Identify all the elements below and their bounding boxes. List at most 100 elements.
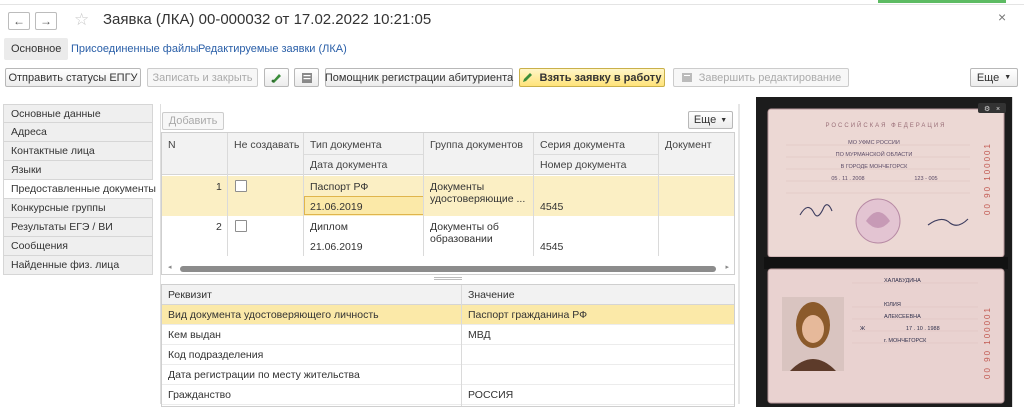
documents-table: N Не создавать Тип документа Дата докуме… bbox=[161, 132, 735, 275]
sign-button[interactable] bbox=[264, 68, 289, 87]
close-icon[interactable]: × bbox=[998, 9, 1006, 25]
passport-header: РОССИЙСКАЯ ФЕДЕРАЦИЯ bbox=[826, 121, 947, 129]
sidebar-item-main-data[interactable]: Основные данные bbox=[3, 104, 153, 123]
send-status-button[interactable]: Отправить статусы ЕПГУ bbox=[5, 68, 141, 87]
scroll-right-icon[interactable]: ▸ bbox=[725, 263, 729, 271]
sidebar-item-found-persons[interactable]: Найденные физ. лица bbox=[3, 256, 153, 275]
tab-attached-files[interactable]: Присоединенные файлы bbox=[64, 38, 205, 60]
sidebar-item-documents[interactable]: Предоставленные документы bbox=[3, 180, 156, 199]
sidebar: Основные данные Адреса Контактные лица Я… bbox=[3, 104, 156, 275]
sidebar-item-messages[interactable]: Сообщения bbox=[3, 237, 153, 256]
tab-main[interactable]: Основное bbox=[4, 38, 69, 60]
forward-button[interactable]: → bbox=[35, 12, 57, 30]
pen-check-icon bbox=[271, 74, 281, 83]
passport-issued-by-1: МО УФМС РОССИИ bbox=[848, 140, 900, 146]
top-strip bbox=[0, 0, 1024, 5]
column-divider bbox=[303, 133, 304, 256]
image-zoom-icon: ⚙ bbox=[984, 105, 990, 113]
sidebar-item-languages[interactable]: Языки bbox=[3, 161, 153, 180]
passport-patronymic: АЛЕКСЕЕВНА bbox=[884, 314, 921, 320]
green-indicator bbox=[878, 0, 1006, 3]
report-button[interactable] bbox=[294, 68, 319, 87]
column-header-doc-type[interactable]: Тип документа bbox=[310, 139, 382, 151]
header-divider bbox=[533, 154, 658, 155]
property-value: Паспорт гражданина РФ bbox=[468, 309, 588, 321]
column-header-doc-group[interactable]: Группа документов bbox=[430, 139, 523, 151]
doc-group-line1: Документы об bbox=[430, 221, 499, 233]
forward-arrow-icon: → bbox=[40, 14, 52, 28]
property-row[interactable]: Гражданство РОССИЯ bbox=[162, 385, 734, 405]
sidebar-item-competition-groups[interactable]: Конкурсные группы bbox=[3, 199, 153, 218]
column-header-document[interactable]: Документ bbox=[665, 139, 712, 151]
property-row[interactable]: Дата регистрации по месту жительства bbox=[162, 365, 734, 385]
more-button[interactable]: Еще ▼ bbox=[970, 68, 1018, 87]
dropdown-icon: ▼ bbox=[720, 116, 728, 124]
assistant-button[interactable]: Помощник регистрации абитуриента bbox=[325, 68, 513, 87]
column-header-doc-date[interactable]: Дата документа bbox=[310, 159, 387, 171]
table-header: N Не создавать Тип документа Дата докуме… bbox=[162, 133, 734, 175]
column-header-number[interactable]: Номер документа bbox=[540, 159, 626, 171]
passport-sex: Ж bbox=[860, 326, 865, 332]
header-divider bbox=[303, 154, 423, 155]
row-number: 2 bbox=[216, 221, 222, 233]
passport-serial-upper: 00 90 100001 bbox=[983, 142, 992, 215]
favorite-star-icon[interactable]: ☆ bbox=[74, 10, 89, 30]
column-header-n[interactable]: N bbox=[168, 139, 176, 151]
property-value: РОССИЯ bbox=[468, 389, 514, 401]
column-header-value[interactable]: Значение bbox=[468, 289, 515, 301]
properties-header: Реквизит Значение bbox=[162, 285, 734, 305]
take-application-label: Взять заявку в работу bbox=[539, 71, 662, 84]
finish-editing-button[interactable]: Завершить редактирование bbox=[673, 68, 849, 87]
table-icon bbox=[301, 72, 312, 83]
not-create-checkbox[interactable] bbox=[235, 180, 247, 192]
add-document-button[interactable]: Добавить bbox=[162, 112, 224, 130]
finish-icon bbox=[681, 73, 692, 82]
tab-edited-applications[interactable]: Редактируемые заявки (ЛКА) bbox=[191, 38, 354, 60]
passport-surname: ХАЛАБУДИНА bbox=[884, 278, 921, 284]
properties-table: Реквизит Значение Вид документа удостове… bbox=[161, 284, 735, 407]
doc-number-cell: 4545 bbox=[540, 241, 564, 253]
sidebar-item-contacts[interactable]: Контактные лица bbox=[3, 142, 153, 161]
pencil-icon bbox=[523, 73, 533, 82]
passport-birth-place: г. МОНЧЕГОРСК bbox=[884, 338, 927, 344]
property-name: Код подразделения bbox=[168, 349, 264, 361]
passport-name: ЮЛИЯ bbox=[884, 302, 901, 308]
column-header-not-create[interactable]: Не создавать bbox=[234, 139, 299, 151]
column-divider bbox=[461, 285, 462, 406]
panel-splitter[interactable] bbox=[738, 104, 740, 404]
doc-group-line2: образовании bbox=[430, 233, 493, 245]
doc-date-cell: 21.06.2019 bbox=[310, 201, 363, 213]
column-header-series[interactable]: Серия документа bbox=[540, 139, 625, 151]
take-application-button[interactable]: Взять заявку в работу bbox=[519, 68, 665, 87]
property-row[interactable]: Кем выдан МВД bbox=[162, 325, 734, 345]
column-header-attribute[interactable]: Реквизит bbox=[168, 289, 212, 301]
sidebar-item-addresses[interactable]: Адреса bbox=[3, 123, 153, 142]
passport-issue-date: 05 . 11 . 2008 bbox=[831, 176, 864, 182]
row-number: 1 bbox=[216, 181, 222, 193]
table-more-label: Еще bbox=[693, 114, 717, 126]
column-divider bbox=[533, 133, 534, 256]
passport-issued-by-3: В ГОРОДЕ МОНЧЕГОРСК bbox=[841, 164, 908, 170]
table-more-button[interactable]: Еще ▼ bbox=[688, 111, 733, 129]
property-row[interactable]: Вид документа удостоверяющего личность П… bbox=[162, 305, 734, 325]
splitter-handle[interactable] bbox=[434, 277, 462, 280]
passport-scan-image[interactable]: РОССИЙСКАЯ ФЕДЕРАЦИЯ МО УФМС РОССИИ ПО М… bbox=[756, 97, 1012, 407]
passport-dept-code: 123 - 005 bbox=[914, 176, 937, 182]
window-title: Заявка (ЛКА) 00-000032 от 17.02.2022 10:… bbox=[103, 11, 432, 28]
column-divider bbox=[423, 133, 424, 256]
scroll-left-icon[interactable]: ◂ bbox=[168, 263, 172, 271]
save-close-button[interactable]: Записать и закрыть bbox=[147, 68, 258, 87]
sidebar-item-exam-results[interactable]: Результаты ЕГЭ / ВИ bbox=[3, 218, 153, 237]
back-button[interactable]: ← bbox=[8, 12, 30, 30]
more-label: Еще bbox=[976, 71, 1000, 84]
property-name: Кем выдан bbox=[168, 329, 221, 341]
horizontal-scrollbar[interactable]: ◂ ▸ bbox=[168, 263, 729, 272]
passport-serial-lower: 00 90 100001 bbox=[983, 306, 992, 379]
doc-type-cell: Паспорт РФ bbox=[310, 181, 369, 193]
property-name: Дата регистрации по месту жительства bbox=[168, 369, 360, 381]
scrollbar-thumb[interactable] bbox=[180, 266, 716, 272]
finish-editing-label: Завершить редактирование bbox=[698, 71, 842, 84]
property-name: Гражданство bbox=[168, 389, 231, 401]
not-create-checkbox[interactable] bbox=[235, 220, 247, 232]
property-row[interactable]: Код подразделения bbox=[162, 345, 734, 365]
